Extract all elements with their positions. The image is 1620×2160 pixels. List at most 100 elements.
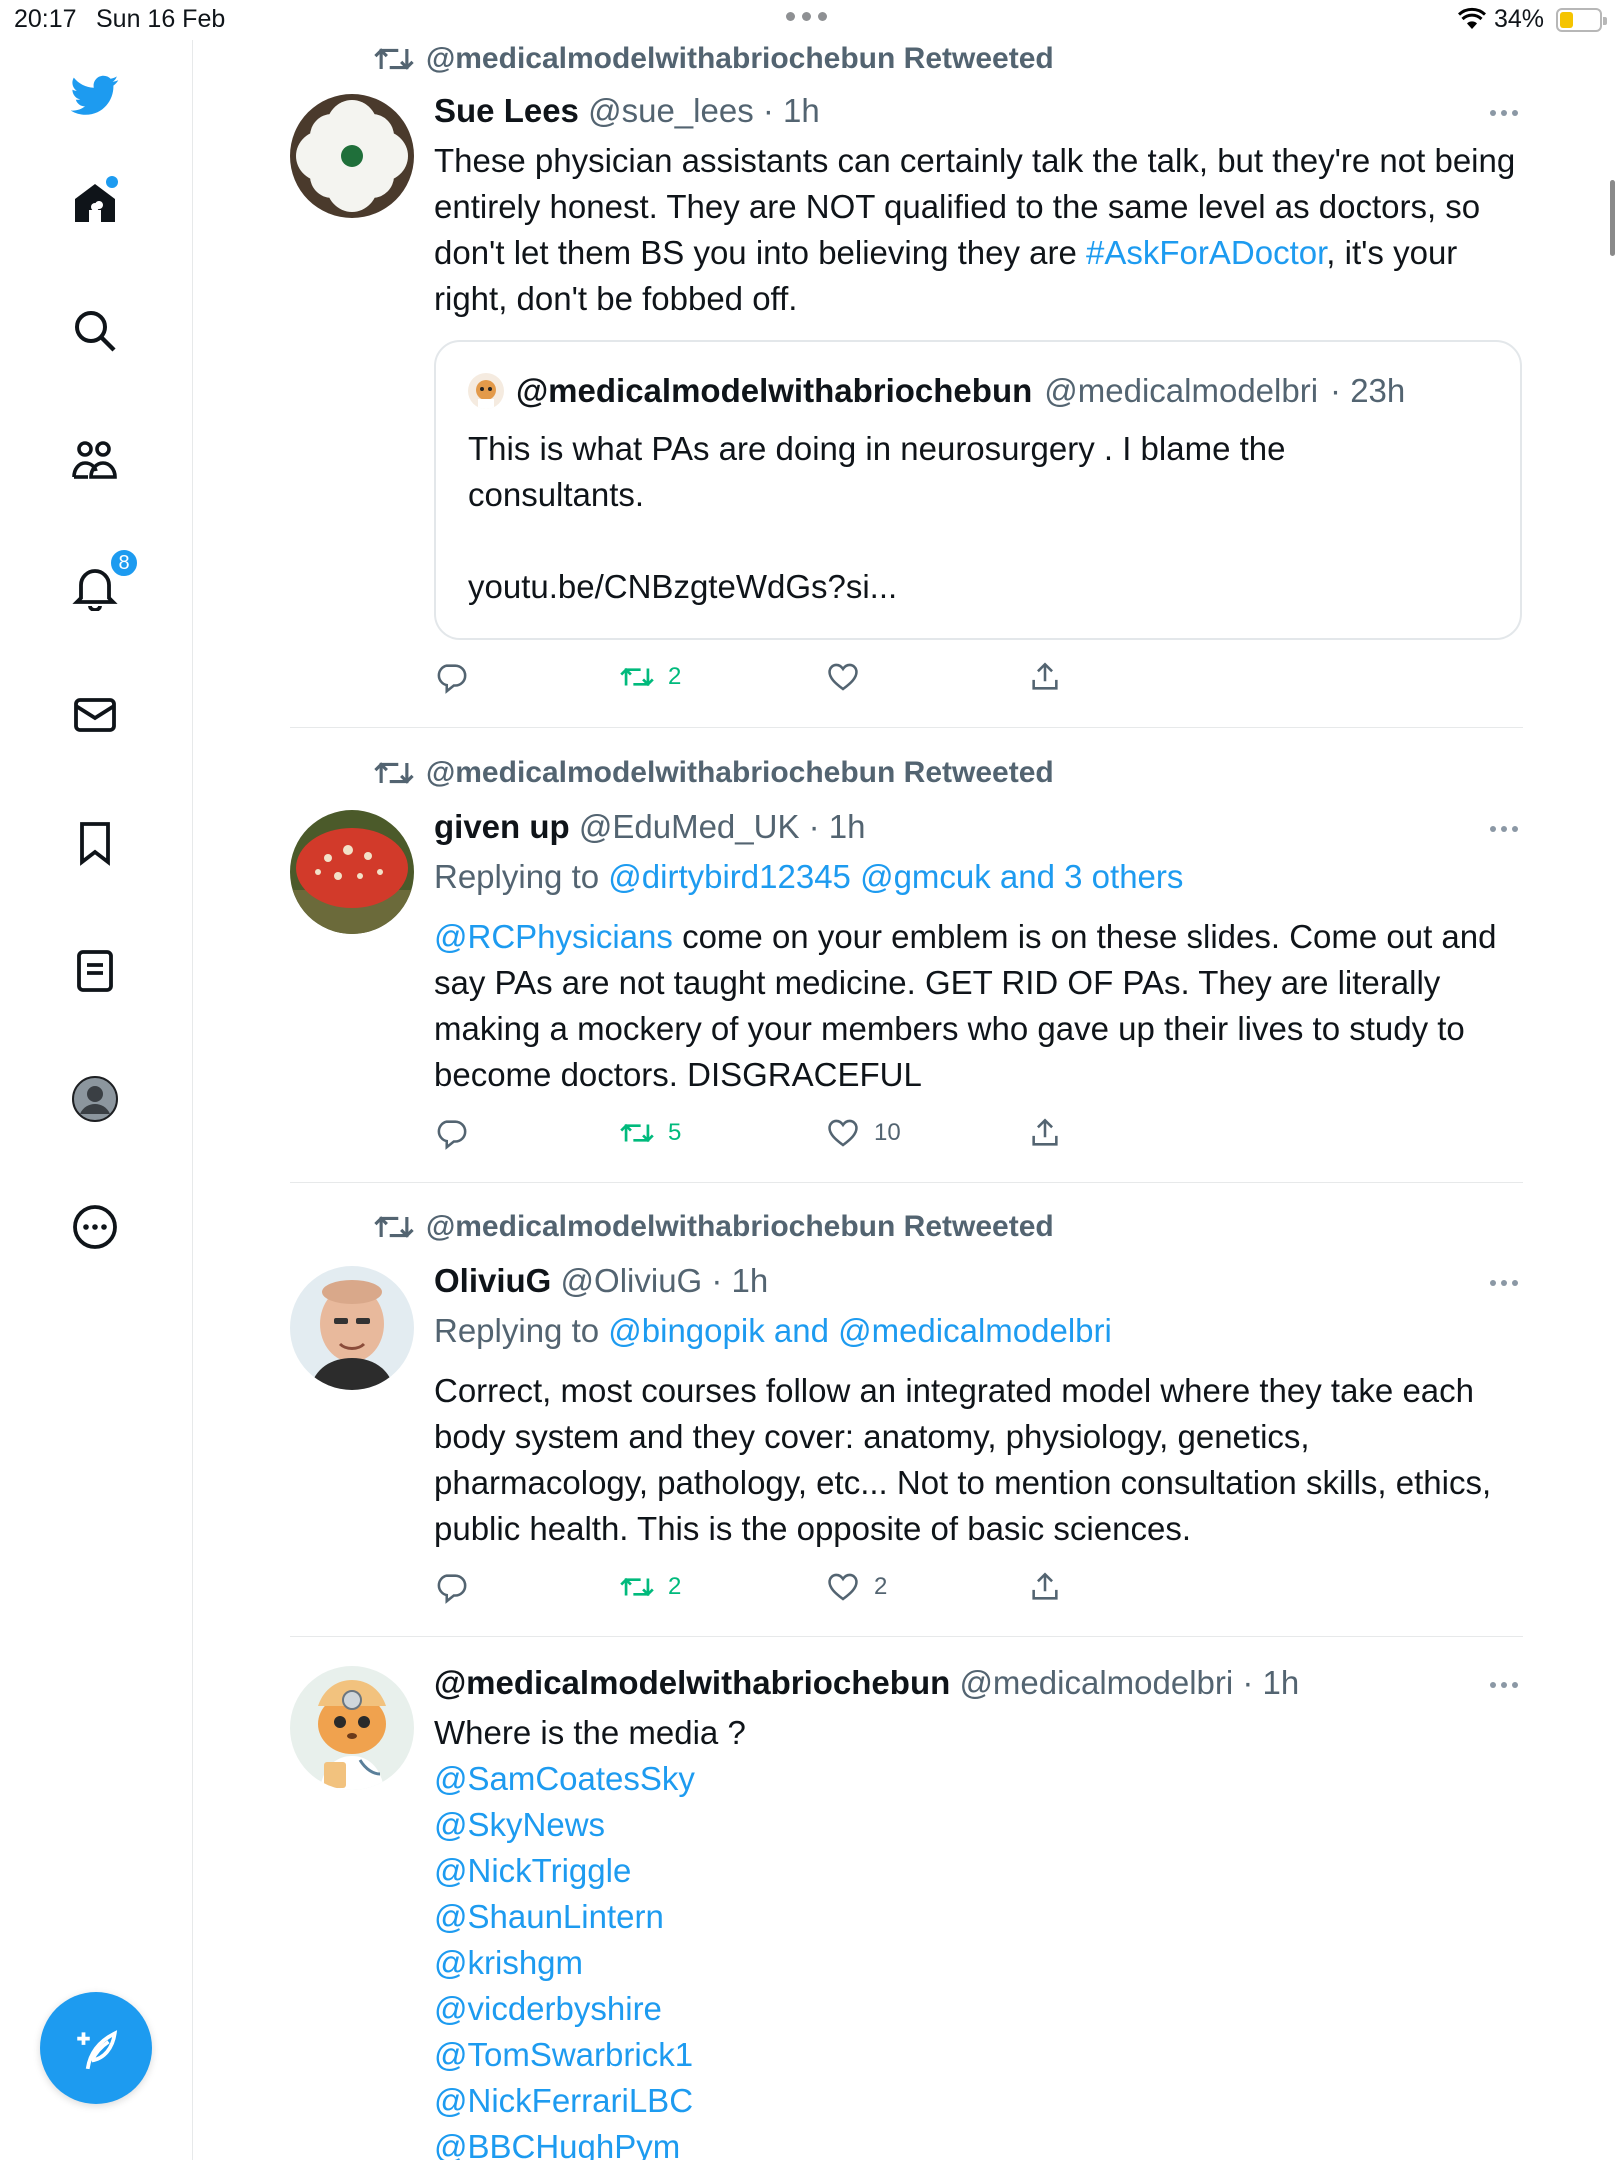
- multitasking-dots[interactable]: [786, 12, 827, 21]
- display-name[interactable]: OliviuG: [434, 1262, 551, 1299]
- retweet-button[interactable]: 5: [620, 1116, 681, 1150]
- share-button[interactable]: [1028, 1116, 1062, 1150]
- avatar[interactable]: [290, 810, 414, 934]
- retweet-icon: [620, 667, 654, 687]
- tweet-header: @medicalmodelwithabriochebun @medicalmod…: [434, 1664, 1299, 1702]
- mention-link[interactable]: @SamCoatesSky: [434, 1756, 1524, 1802]
- avatar[interactable]: [290, 1666, 414, 1790]
- tweet-time: · 1h: [762, 92, 820, 129]
- battery-icon: [1556, 8, 1607, 32]
- share-icon: [1032, 662, 1058, 690]
- quoted-handle: @medicalmodelbri: [1044, 372, 1319, 409]
- tweet-more-icon[interactable]: [1490, 110, 1518, 116]
- retweeted-by-row: @medicalmodelwithabriochebun Retweeted: [374, 1210, 1054, 1244]
- display-name[interactable]: given up: [434, 808, 570, 845]
- retweet-button[interactable]: 2: [620, 660, 681, 694]
- tweet-header: given up @EduMed_UK · 1h: [434, 808, 866, 846]
- retweet-icon: [374, 1216, 414, 1238]
- like-count: 10: [874, 1119, 901, 1146]
- tweet-more-icon[interactable]: [1490, 826, 1518, 832]
- mention-link[interactable]: @NickFerrariLBC: [434, 2078, 1524, 2124]
- quoted-time: · 23h: [1330, 372, 1406, 409]
- tweet-header: Sue Lees @sue_lees · 1h: [434, 92, 820, 130]
- mention-link[interactable]: @NickTriggle: [434, 1848, 1524, 1894]
- tweet-divider: [290, 727, 1523, 728]
- quoted-link[interactable]: youtu.be/CNBzgteWdGs?si...: [468, 564, 1468, 610]
- messages-envelope-icon[interactable]: [66, 686, 124, 744]
- scrollbar[interactable]: [1610, 180, 1615, 256]
- tweet-time: · 1h: [808, 808, 866, 845]
- replying-to-users[interactable]: @bingopik and @medicalmodelbri: [608, 1312, 1112, 1349]
- replying-to-label: Replying to: [434, 1312, 609, 1349]
- tweet-time: · 1h: [1242, 1664, 1300, 1701]
- mention-link[interactable]: @vicderbyshire: [434, 1986, 1524, 2032]
- quoted-tweet-header: @medicalmodelwithabriochebun @medicalmod…: [468, 372, 1405, 410]
- replying-to-users[interactable]: @dirtybird12345 @gmcuk and 3 others: [608, 858, 1183, 895]
- tweet-more-icon[interactable]: [1490, 1280, 1518, 1286]
- quoted-display-name: @medicalmodelwithabriochebun: [516, 372, 1033, 409]
- replying-to: Replying to @dirtybird12345 @gmcuk and 3…: [434, 858, 1183, 896]
- like-button[interactable]: [826, 660, 874, 694]
- twitter-logo-icon[interactable]: [66, 66, 124, 124]
- user-handle[interactable]: @EduMed_UK: [579, 808, 800, 845]
- retweet-icon: [374, 762, 414, 784]
- quoted-text-line: This is what PAs are doing in neurosurge…: [468, 430, 1286, 513]
- display-name[interactable]: @medicalmodelwithabriochebun: [434, 1664, 950, 1701]
- like-button[interactable]: 2: [826, 1570, 887, 1604]
- mention-link[interactable]: @ShaunLintern: [434, 1894, 1524, 1940]
- search-icon[interactable]: [66, 302, 124, 360]
- tweet-divider: [290, 1636, 1523, 1637]
- new-content-dot: [106, 176, 118, 188]
- reply-icon: [437, 1120, 467, 1150]
- wifi-icon: [1458, 7, 1486, 29]
- lists-icon[interactable]: [66, 942, 124, 1000]
- mention-list: @SamCoatesSky @SkyNews @NickTriggle @Sha…: [434, 1756, 1524, 2160]
- retweet-button[interactable]: 2: [620, 1570, 681, 1604]
- retweet-count: 5: [668, 1119, 682, 1146]
- display-name[interactable]: Sue Lees: [434, 92, 579, 129]
- tweet-card[interactable]: @medicalmodelwithabriochebun @medicalmod…: [290, 1664, 1523, 2160]
- sidebar: 8: [0, 40, 193, 2160]
- tweet-card[interactable]: @medicalmodelwithabriochebun Retweeted O…: [290, 1210, 1523, 1630]
- user-handle[interactable]: @medicalmodelbri: [959, 1664, 1233, 1701]
- home-icon[interactable]: [66, 174, 124, 232]
- mention-link[interactable]: @RCPhysicians: [434, 918, 673, 955]
- user-handle[interactable]: @sue_lees: [588, 92, 754, 129]
- compose-icon: [77, 2030, 118, 2070]
- like-button[interactable]: 10: [826, 1116, 901, 1150]
- tweet-card[interactable]: @medicalmodelwithabriochebun Retweeted S…: [290, 40, 1523, 740]
- more-options-icon[interactable]: [66, 1198, 124, 1256]
- avatar[interactable]: [290, 94, 414, 218]
- like-count: 2: [874, 1573, 888, 1600]
- share-icon: [1032, 1118, 1058, 1146]
- heart-icon: [828, 1119, 858, 1147]
- tweet-header: OliviuG @OliviuG · 1h: [434, 1262, 768, 1300]
- tweet-more-icon[interactable]: [1490, 1682, 1518, 1688]
- reply-button[interactable]: [434, 1570, 468, 1604]
- mention-link[interactable]: @BBCHughPym: [434, 2124, 1524, 2160]
- share-button[interactable]: [1028, 660, 1062, 694]
- communities-icon[interactable]: [66, 430, 124, 488]
- tweet-actions: 2 2: [434, 1570, 1134, 1610]
- tweet-card[interactable]: @medicalmodelwithabriochebun Retweeted g…: [290, 756, 1523, 1176]
- tweet-text-line: Where is the media ?: [434, 1714, 746, 1751]
- hashtag-link[interactable]: #AskForADoctor: [1086, 234, 1326, 271]
- retweeted-by-label: @medicalmodelwithabriochebun Retweeted: [426, 756, 1054, 789]
- mention-link[interactable]: @krishgm: [434, 1940, 1524, 1986]
- mention-link[interactable]: @SkyNews: [434, 1802, 1524, 1848]
- quoted-tweet[interactable]: @medicalmodelwithabriochebun @medicalmod…: [434, 340, 1522, 640]
- mention-link[interactable]: @TomSwarbrick1: [434, 2032, 1524, 2078]
- share-button[interactable]: [1028, 1570, 1062, 1604]
- user-handle[interactable]: @OliviuG: [561, 1262, 703, 1299]
- status-bar: 20:17 Sun 16 Feb 34%: [0, 0, 1620, 40]
- bookmark-icon[interactable]: [66, 814, 124, 872]
- retweet-icon: [620, 1577, 654, 1597]
- avatar[interactable]: [290, 1266, 414, 1390]
- compose-tweet-button[interactable]: [40, 1992, 152, 2104]
- reply-button[interactable]: [434, 1116, 468, 1150]
- retweeted-by-label: @medicalmodelwithabriochebun Retweeted: [426, 42, 1054, 75]
- notifications-badge: 8: [109, 548, 139, 578]
- notifications-bell-icon[interactable]: 8: [66, 548, 139, 616]
- reply-button[interactable]: [434, 660, 468, 694]
- profile-avatar-icon[interactable]: [66, 1070, 124, 1128]
